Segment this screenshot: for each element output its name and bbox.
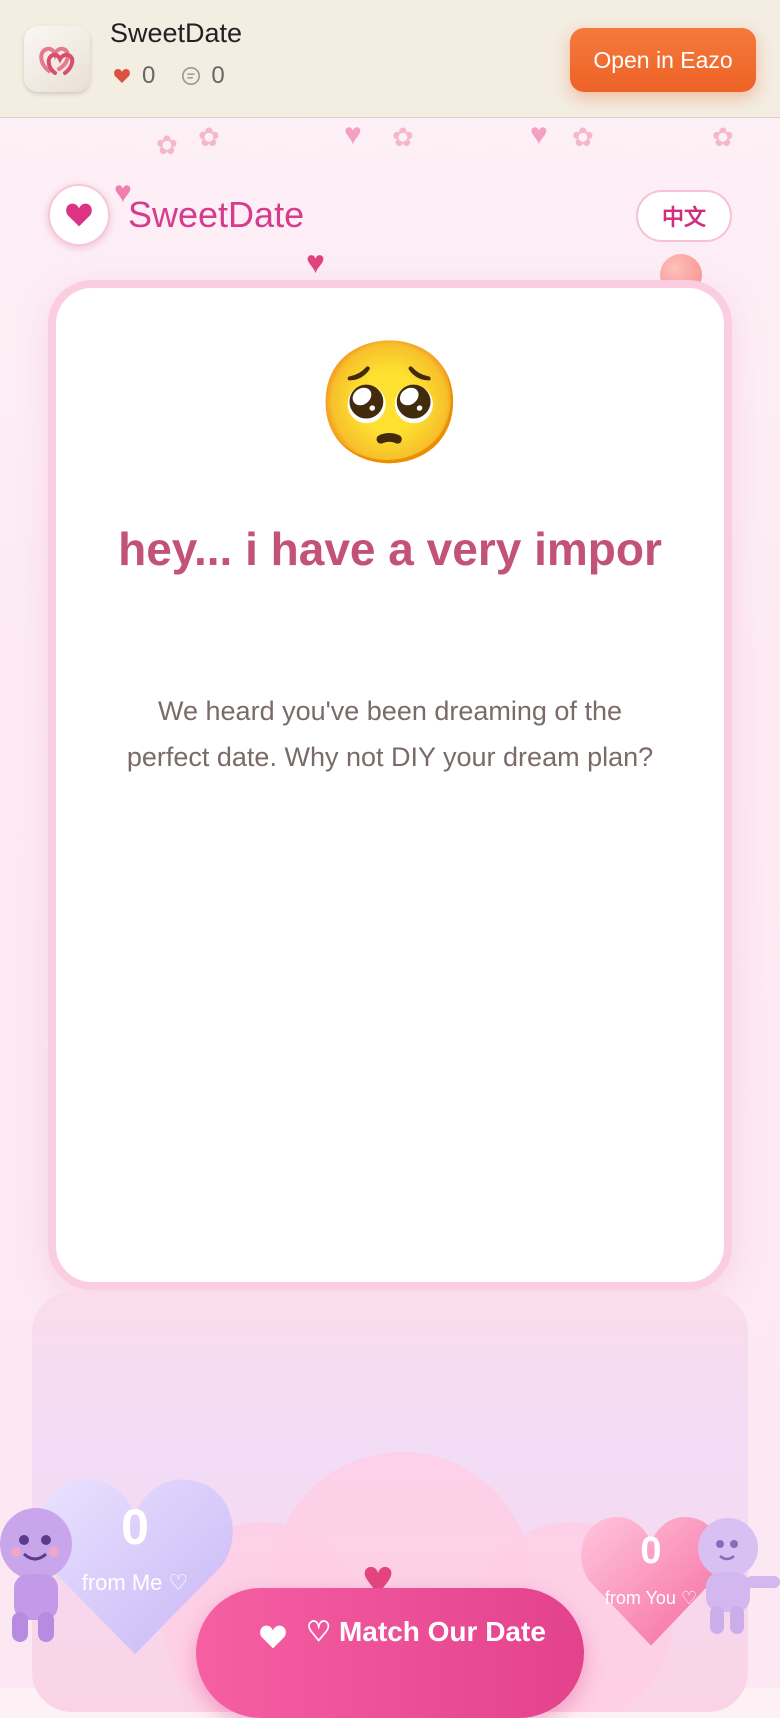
app-name: SweetDate — [110, 18, 243, 48]
language-toggle-button[interactable]: 中文 — [636, 190, 732, 242]
heart-deco-icon: ♥ — [306, 244, 325, 280]
card-title: hey... i have a very impor — [118, 523, 662, 575]
comments-count: 0 — [211, 62, 225, 89]
flower-icon: ✿ — [198, 122, 220, 152]
brand-heart-logo — [48, 184, 110, 246]
match-our-date-button[interactable]: ♡ Match Our Date — [196, 1588, 584, 1718]
app-stats: 0 0 — [112, 62, 251, 90]
purple-buddy-left — [0, 1508, 72, 1642]
heart-icon — [258, 1624, 288, 1653]
pleading-face-emoji: 🥺 — [315, 336, 465, 470]
brand-title: SweetDate — [128, 194, 305, 235]
heart-icon[interactable] — [112, 66, 132, 86]
flower-icon: ✿ — [572, 122, 594, 152]
likes-count: 0 — [142, 62, 156, 89]
flower-icon: ✿ — [712, 122, 734, 152]
flower-icon: ✿ — [392, 122, 414, 152]
open-in-app-button[interactable]: Open in Eazo — [570, 28, 756, 92]
linked-hearts-icon — [39, 46, 75, 75]
purple-buddy-right — [698, 1518, 780, 1634]
app-top-bar: SweetDate 0 0 Open in Eazo — [0, 0, 780, 118]
card-body: We heard you've been dreaming of the per… — [126, 696, 654, 772]
heart-icon — [66, 203, 92, 227]
heart-deco-icon: ♥ — [530, 118, 548, 151]
heart-deco-icon: ♥ — [344, 118, 362, 151]
message-card: 🥺 hey... i have a very impor We heard yo… — [48, 280, 732, 1290]
flower-icon: ✿ — [156, 130, 178, 160]
match-button-label: ♡ Match Our Date — [306, 1616, 546, 1647]
app-icon — [24, 26, 90, 92]
comment-icon[interactable] — [181, 66, 201, 86]
